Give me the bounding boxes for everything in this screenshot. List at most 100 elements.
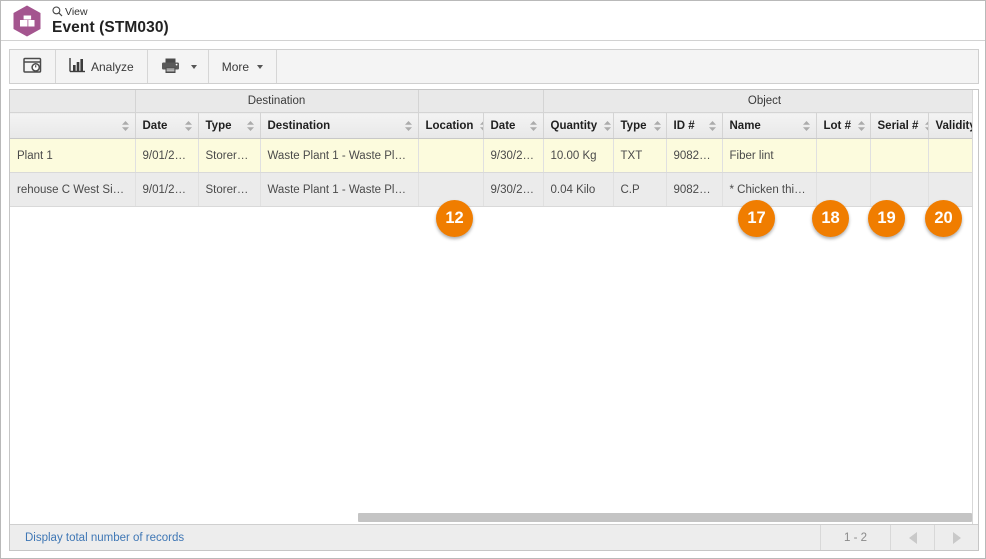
cell-text: 0.04 Kilo — [550, 183, 596, 196]
cell-destination: Waste Plant 1 - Waste Plant 1 — [260, 138, 419, 173]
cell-name: * Chicken thigh * — [722, 172, 817, 207]
sort-icon[interactable] — [802, 120, 811, 132]
cell-dest-type: Storeroom — [198, 138, 261, 173]
sort-icon[interactable] — [708, 120, 717, 132]
column-label: Destination — [267, 119, 331, 132]
column-header-serial[interactable]: Serial # — [870, 112, 929, 139]
vertical-scrollbar[interactable] — [972, 90, 978, 524]
sort-icon[interactable] — [184, 120, 193, 132]
cell-obj-date: 9/30/2015 — [483, 172, 544, 207]
cell-source: Plant 1 — [10, 138, 136, 173]
next-page-button[interactable] — [934, 525, 978, 550]
annotation-badge-18: 18 — [812, 200, 849, 237]
column-header-location[interactable]: Location — [418, 112, 484, 139]
cell-location — [418, 138, 484, 173]
title-bar: View Event (STM030) — [1, 1, 985, 41]
column-header-dest-date[interactable]: Date — [135, 112, 199, 139]
column-label: Lot # — [823, 119, 851, 132]
sort-icon[interactable] — [479, 120, 482, 132]
cell-name: Fiber lint — [722, 138, 817, 173]
page-range-label: 1 - 2 — [820, 525, 890, 550]
annotation-badge-20: 20 — [925, 200, 962, 237]
column-header-name[interactable]: Name — [722, 112, 817, 139]
cell-text: Storeroom — [205, 183, 260, 196]
cell-dest-date: 9/01/2015 — [135, 172, 199, 207]
toolbar-filler — [277, 50, 978, 83]
column-label: Type — [205, 119, 232, 132]
horizontal-scrollbar-thumb[interactable] — [358, 513, 972, 522]
cell-text: * Chicken thigh * — [729, 183, 815, 196]
column-label: Validity — [935, 119, 974, 132]
grid-head: Destination Object Date Type Destination… — [10, 90, 973, 139]
cell-text: 9082032 — [673, 183, 719, 196]
grid-scroll-area[interactable]: Destination Object Date Type Destination… — [10, 90, 973, 511]
print-dropdown-button[interactable] — [186, 55, 201, 79]
print-button[interactable] — [155, 55, 186, 79]
column-header-quantity[interactable]: Quantity — [543, 112, 614, 139]
column-label: Quantity — [550, 119, 598, 132]
cell-text: 9/01/2015 — [142, 149, 194, 162]
annotation-badge-12: 12 — [436, 200, 473, 237]
cell-text: 9082067 — [673, 149, 719, 162]
sort-icon[interactable] — [653, 120, 662, 132]
group-header-blank-mid — [418, 90, 544, 113]
cell-text: 9/30/2015 — [490, 149, 542, 162]
app-logo-icon — [10, 4, 44, 38]
bar-chart-icon — [69, 57, 86, 76]
horizontal-scrollbar[interactable] — [11, 510, 972, 524]
report-button[interactable] — [17, 55, 48, 79]
cell-text: Plant 1 — [17, 149, 53, 162]
search-icon — [52, 6, 63, 17]
column-header-obj-type[interactable]: Type — [613, 112, 667, 139]
cell-validity — [928, 138, 973, 173]
column-label: Date — [490, 119, 516, 132]
cell-quantity: 10.00 Kg — [543, 138, 614, 173]
cell-obj-type: TXT — [613, 138, 667, 173]
group-header-blank-left — [10, 90, 136, 113]
grid-body: Plant 1 9/01/2015 Storeroom Waste Plant … — [10, 138, 973, 207]
sort-icon[interactable] — [857, 120, 866, 132]
grid-footer: Display total number of records 1 - 2 — [10, 524, 978, 550]
column-label: Type — [620, 119, 647, 132]
toolbar-group-analyze: Analyze — [56, 50, 148, 83]
analyze-button[interactable]: Analyze — [63, 55, 140, 79]
column-header-id[interactable]: ID # — [666, 112, 723, 139]
toolbar-group-more: More — [209, 50, 278, 83]
previous-page-icon — [908, 531, 917, 544]
sort-icon[interactable] — [121, 120, 130, 132]
cell-text: 10.00 Kg — [550, 149, 597, 162]
column-header-destination[interactable]: Destination — [260, 112, 419, 139]
annotation-badge-19: 19 — [868, 200, 905, 237]
cell-dest-type: Storeroom — [198, 172, 261, 207]
column-header-dest-type[interactable]: Type — [198, 112, 261, 139]
sort-icon[interactable] — [246, 120, 255, 132]
sort-icon[interactable] — [529, 120, 538, 132]
sort-icon[interactable] — [924, 120, 927, 132]
table-row[interactable]: Plant 1 9/01/2015 Storeroom Waste Plant … — [10, 138, 973, 173]
cell-source: rehouse C West Side.01 — [10, 172, 136, 207]
previous-page-button[interactable] — [890, 525, 934, 550]
chevron-down-icon — [257, 64, 264, 69]
cell-dest-date: 9/01/2015 — [135, 138, 199, 173]
column-label: Location — [425, 119, 474, 132]
column-label: Date — [142, 119, 168, 132]
toolbar: Analyze More — [9, 49, 979, 84]
cell-text: 9/30/2015 — [490, 183, 542, 196]
horizontal-scrollbar-track[interactable] — [11, 513, 972, 522]
cell-quantity: 0.04 Kilo — [543, 172, 614, 207]
column-label: Name — [729, 119, 761, 132]
column-header-lot[interactable]: Lot # — [816, 112, 871, 139]
cell-obj-date: 9/30/2015 — [483, 138, 544, 173]
column-header-blank[interactable] — [10, 112, 136, 139]
sort-icon[interactable] — [603, 120, 612, 132]
sort-icon[interactable] — [404, 120, 413, 132]
cell-text: C.P — [620, 183, 640, 196]
view-label: View — [65, 5, 88, 18]
display-total-records-link[interactable]: Display total number of records — [25, 532, 184, 544]
printer-icon — [161, 57, 180, 77]
column-header-validity[interactable]: Validity — [928, 112, 974, 139]
more-button[interactable]: More — [216, 55, 269, 79]
cell-text: 9/01/2015 — [142, 183, 194, 196]
data-grid: Destination Object Date Type Destination… — [10, 90, 973, 207]
column-header-obj-date[interactable]: Date — [483, 112, 544, 139]
